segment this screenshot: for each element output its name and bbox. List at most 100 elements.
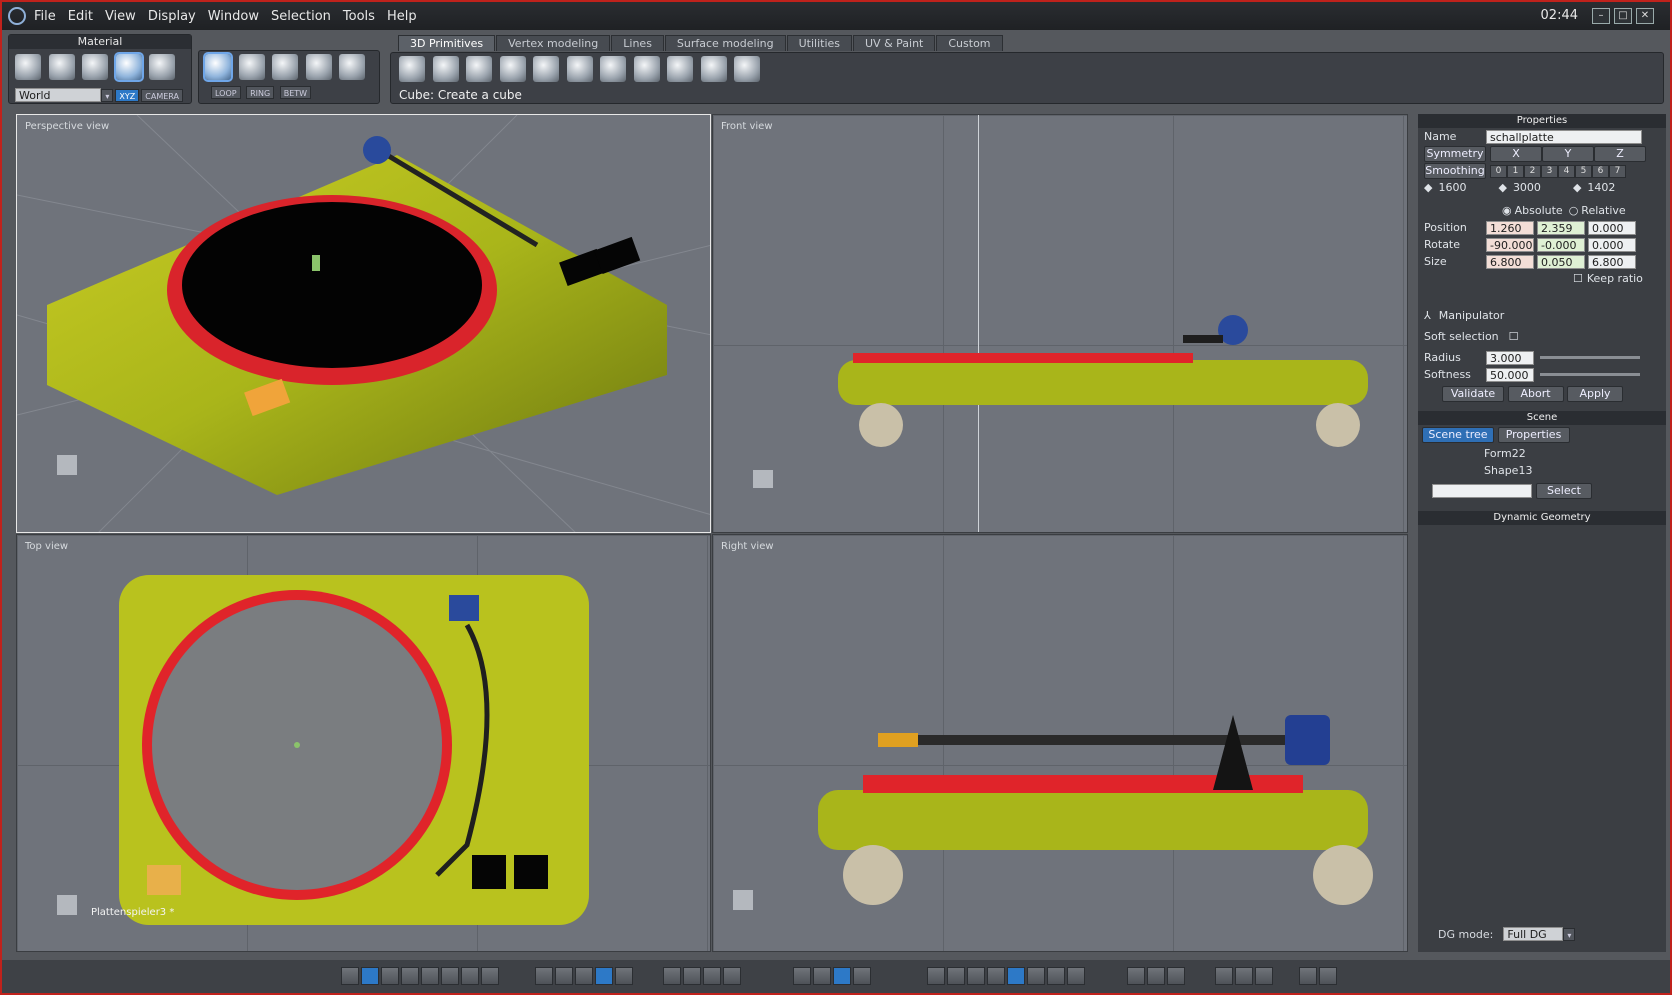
ring-chip[interactable]: RING — [246, 86, 275, 99]
smoothing-4[interactable]: 4 — [1558, 165, 1575, 178]
manipulator-label[interactable]: Manipulator — [1439, 309, 1505, 322]
layout-top-icon[interactable] — [401, 967, 419, 985]
plane-icon[interactable] — [466, 56, 492, 82]
lights-icon[interactable] — [1127, 967, 1145, 985]
smoothing-3[interactable]: 3 — [1541, 165, 1558, 178]
objects-icon[interactable] — [1167, 967, 1185, 985]
smooth-shading-icon[interactable] — [1007, 967, 1025, 985]
hidden-line-icon[interactable] — [947, 967, 965, 985]
tab-custom[interactable]: Custom — [936, 35, 1003, 51]
layout-vsplit-icon[interactable] — [481, 967, 499, 985]
smoothing-5[interactable]: 5 — [1575, 165, 1592, 178]
pan-icon[interactable] — [683, 967, 701, 985]
export-icon[interactable] — [1235, 967, 1253, 985]
radius-field[interactable]: 3.000 — [1486, 350, 1534, 365]
tab-vertex-modeling[interactable]: Vertex modeling — [496, 35, 611, 51]
render-settings-icon[interactable] — [1215, 967, 1233, 985]
rotate-x[interactable]: -90.000 — [1486, 237, 1534, 252]
cube-icon[interactable] — [399, 56, 425, 82]
smoothing-1[interactable]: 1 — [1507, 165, 1524, 178]
xyz-chip[interactable]: XYZ — [115, 88, 140, 102]
symmetry-x-button[interactable]: X — [1490, 145, 1542, 162]
camera-chip[interactable]: CAMERA — [141, 88, 183, 102]
layout-single-icon[interactable] — [341, 967, 359, 985]
size-y[interactable]: 0.050 — [1537, 254, 1585, 269]
relative-radio[interactable]: ○ — [1569, 204, 1579, 217]
right-viewport[interactable]: Right view — [712, 534, 1408, 952]
space-select[interactable]: World — [15, 88, 102, 102]
layout-hsplit-icon[interactable] — [461, 967, 479, 985]
loop-chip[interactable]: LOOP — [211, 86, 241, 99]
move-icon[interactable] — [813, 967, 831, 985]
tab-scene-tree[interactable]: Scene tree — [1422, 427, 1494, 443]
rotate-z[interactable]: 0.000 — [1588, 237, 1636, 252]
between-chip[interactable]: BETW — [279, 86, 312, 99]
menu-display[interactable]: Display — [148, 9, 196, 24]
symmetry-z-button[interactable]: Z — [1594, 145, 1646, 162]
scene-item[interactable]: Form22 — [1418, 445, 1666, 462]
close-icon[interactable]: ✕ — [1636, 8, 1654, 24]
perspective-viewport[interactable]: Perspective view — [16, 114, 711, 533]
front-viewport[interactable]: Front view — [712, 114, 1408, 533]
smoothing-0[interactable]: 0 — [1490, 165, 1507, 178]
chevron-down-icon[interactable]: ▾ — [101, 88, 114, 102]
softness-slider[interactable] — [1540, 373, 1640, 376]
absolute-radio[interactable]: ◉ — [1502, 204, 1512, 217]
abort-button[interactable]: Abort — [1507, 386, 1564, 402]
sphere-icon[interactable] — [432, 56, 459, 82]
cone-icon[interactable] — [566, 56, 593, 82]
cylinder-icon[interactable] — [533, 56, 559, 82]
tab-lines[interactable]: Lines — [611, 35, 664, 51]
render-preview-icon[interactable] — [1067, 967, 1085, 985]
select-button[interactable]: Select — [1536, 483, 1592, 499]
size-x[interactable]: 6.800 — [1486, 254, 1534, 269]
import-icon[interactable] — [1255, 967, 1273, 985]
icosahedron-icon[interactable] — [700, 56, 727, 82]
axis-icon[interactable] — [793, 967, 811, 985]
dodecahedron-icon[interactable] — [667, 56, 693, 82]
uv-view-icon[interactable] — [535, 967, 553, 985]
object-select-icon[interactable] — [113, 52, 144, 82]
tab-3d-primitives[interactable]: 3D Primitives — [398, 35, 496, 51]
position-y[interactable]: 2.359 — [1537, 220, 1585, 235]
tab-scene-properties[interactable]: Properties — [1497, 427, 1570, 443]
render-icon[interactable] — [1299, 967, 1317, 985]
layout-left-icon[interactable] — [421, 967, 439, 985]
apply-button[interactable]: Apply — [1567, 386, 1623, 402]
chevron-down-icon[interactable]: ▾ — [1563, 927, 1576, 941]
smoothing-button[interactable]: Smoothing — [1424, 162, 1486, 179]
menu-window[interactable]: Window — [208, 9, 259, 24]
scene-filter-input[interactable] — [1432, 484, 1532, 498]
camera-icon[interactable] — [1319, 967, 1337, 985]
wireframe-icon[interactable] — [927, 967, 945, 985]
textured-icon[interactable] — [1027, 967, 1045, 985]
flat-shading-icon[interactable] — [967, 967, 985, 985]
position-x[interactable]: 1.260 — [1486, 220, 1534, 235]
transform-icon[interactable] — [833, 967, 851, 985]
menu-file[interactable]: File — [34, 9, 56, 24]
smoothing-2[interactable]: 2 — [1524, 165, 1541, 178]
select-tool-icon[interactable] — [15, 54, 41, 80]
smooth-wire-icon[interactable] — [987, 967, 1005, 985]
symmetry-button[interactable]: Symmetry — [1424, 145, 1486, 162]
minimize-icon[interactable]: – — [1592, 8, 1610, 24]
tab-utilities[interactable]: Utilities — [786, 35, 852, 51]
menu-tools[interactable]: Tools — [343, 9, 375, 24]
grid-color-icon[interactable] — [575, 967, 593, 985]
keep-ratio-checkbox[interactable]: ☐ — [1573, 272, 1583, 285]
paint-select-icon[interactable] — [82, 54, 108, 80]
box-icon[interactable] — [499, 56, 526, 82]
color-shading-icon[interactable] — [1047, 967, 1065, 985]
object-mode-icon[interactable] — [305, 54, 332, 80]
smoothing-6[interactable]: 6 — [1592, 165, 1609, 178]
layout-quad-icon[interactable] — [361, 967, 379, 985]
materials-icon[interactable] — [1147, 967, 1165, 985]
lasso-tool-icon[interactable] — [48, 54, 75, 80]
grid-view-icon[interactable] — [595, 967, 613, 985]
table-view-icon[interactable] — [615, 967, 633, 985]
maximize-icon[interactable]: □ — [1614, 8, 1632, 24]
smoothing-7[interactable]: 7 — [1609, 165, 1626, 178]
fit-icon[interactable] — [663, 967, 681, 985]
symmetry-y-button[interactable]: Y — [1542, 145, 1594, 162]
scene-item[interactable]: Shape13 — [1418, 462, 1666, 479]
